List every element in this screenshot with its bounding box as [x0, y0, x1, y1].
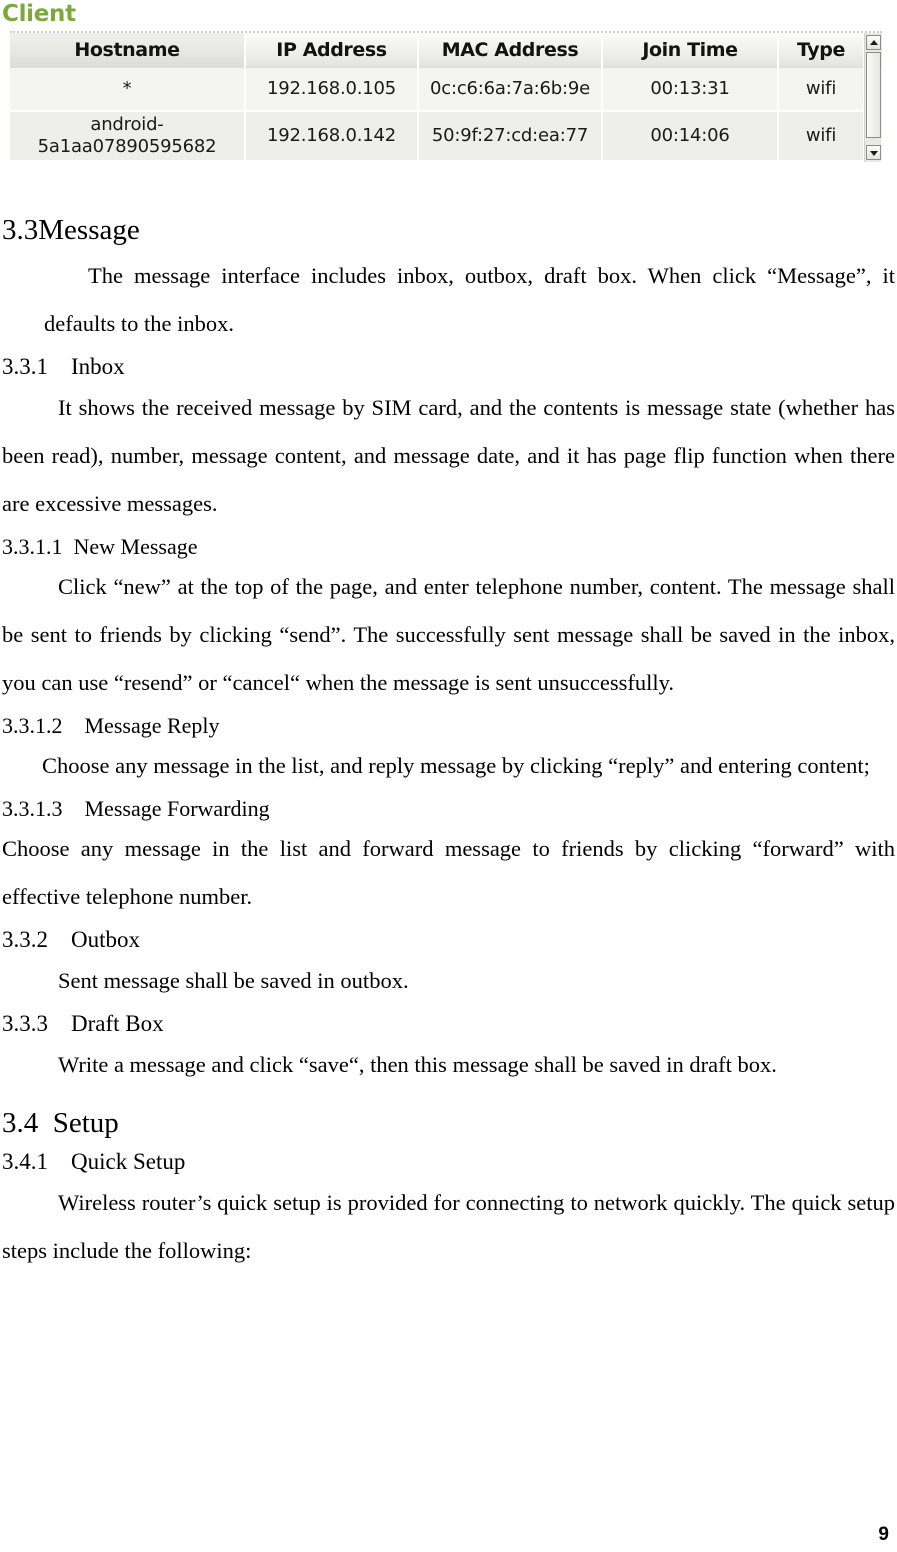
cell-type: wifi [778, 111, 865, 162]
scrollbar-thumb[interactable] [866, 52, 881, 138]
scroll-down-arrow-icon[interactable] [866, 145, 881, 160]
heading-3-4-1-quick-setup: 3.4.1 Quick Setup [2, 1149, 186, 1174]
figure-title-client: Client [2, 1, 76, 27]
heading-3-3-1-1-new-message: 3.3.1.1 New Message [2, 534, 198, 559]
table-row[interactable]: android-5a1aa07890595682 192.168.0.142 5… [10, 111, 882, 162]
heading-3-3-3-draft-box: 3.3.3 Draft Box [2, 1011, 164, 1036]
heading-3-3-message: 3.3Message [2, 214, 140, 246]
heading-3-3-1-inbox: 3.3.1 Inbox [2, 354, 125, 379]
paragraph-message-forwarding: Choose any message in the list and forwa… [2, 836, 895, 909]
heading-3-3-1-2-message-reply: 3.3.1.2 Message Reply [2, 713, 220, 738]
scroll-up-arrow-icon[interactable] [866, 35, 881, 50]
scrollbar-cell [864, 33, 882, 162]
column-header-mac-address[interactable]: MAC Address [418, 33, 603, 68]
page-number: 9 [878, 1524, 889, 1545]
cell-hostname: android-5a1aa07890595682 [10, 111, 246, 162]
table-header-row: Hostname IP Address MAC Address Join Tim… [10, 33, 882, 68]
paragraph-new-message: Click “new” at the top of the page, and … [2, 574, 895, 695]
cell-hostname: * [10, 67, 246, 112]
vertical-scrollbar[interactable] [864, 33, 881, 162]
client-table-shell: Hostname IP Address MAC Address Join Tim… [10, 31, 882, 162]
cell-mac-address: 50:9f:27:cd:ea:77 [418, 111, 603, 162]
column-header-join-time[interactable]: Join Time [602, 33, 779, 68]
heading-3-3-2-outbox: 3.3.2 Outbox [2, 927, 140, 952]
paragraph-message-intro: The message interface includes inbox, ou… [44, 263, 895, 336]
column-header-ip-address[interactable]: IP Address [245, 33, 419, 68]
paragraph-inbox: It shows the received message by SIM car… [2, 395, 895, 516]
table-row[interactable]: * 192.168.0.105 0c:c6:6a:7a:6b:9e 00:13:… [10, 33, 882, 162]
paragraph-quick-setup: Wireless router’s quick setup is provide… [2, 1190, 895, 1263]
column-header-type[interactable]: Type [778, 33, 865, 68]
column-header-hostname[interactable]: Hostname [10, 33, 246, 68]
client-table: Hostname IP Address MAC Address Join Tim… [10, 33, 882, 162]
paragraph-outbox: Sent message shall be saved in outbox. [58, 968, 409, 993]
cell-ip-address: 192.168.0.142 [245, 111, 419, 162]
heading-3-3-1-3-message-forwarding: 3.3.1.3 Message Forwarding [2, 796, 270, 821]
cell-join-time: 00:14:06 [602, 111, 779, 162]
heading-3-4-setup: 3.4 Setup [2, 1107, 119, 1139]
cell-ip-address: 192.168.0.105 [245, 67, 419, 112]
paragraph-draft-box: Write a message and click “save“, then t… [58, 1052, 777, 1077]
cell-mac-address: 0c:c6:6a:7a:6b:9e [418, 67, 603, 112]
client-table-figure: Client Hostname IP Address MAC Address J… [0, 0, 897, 162]
paragraph-message-reply: Choose any message in the list, and repl… [42, 753, 870, 778]
cell-join-time: 00:13:31 [602, 67, 779, 112]
cell-type: wifi [778, 67, 865, 112]
document-body: 3.3Message The message interface include… [0, 196, 897, 1275]
